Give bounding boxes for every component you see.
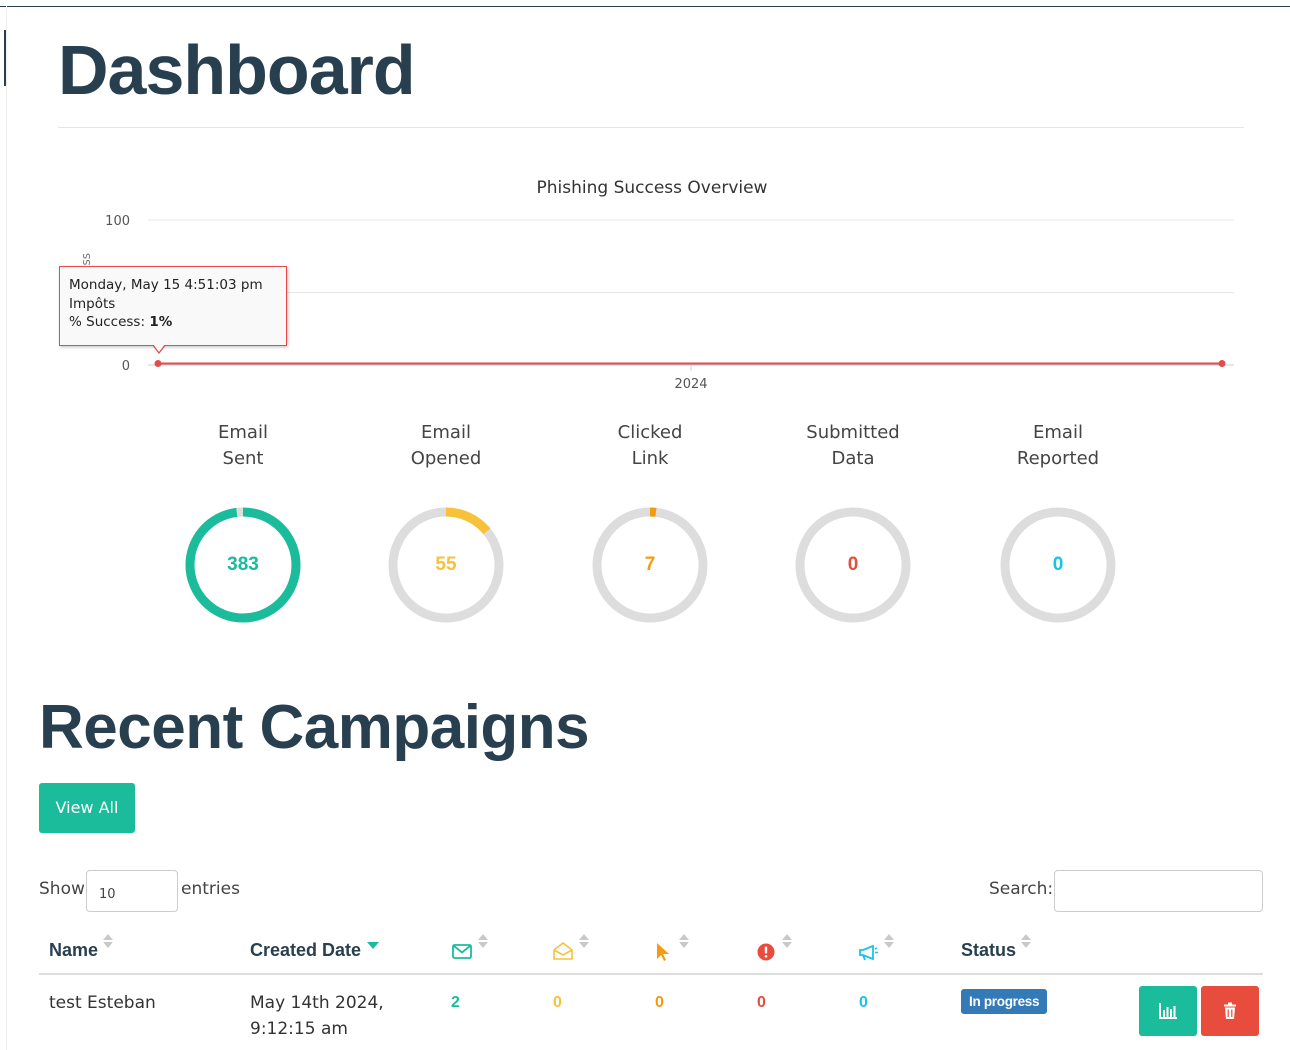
- column-header-reported[interactable]: [857, 934, 895, 962]
- stat-label: Email Opened: [361, 420, 531, 472]
- sort-icon: [678, 932, 690, 954]
- sort-desc-icon: [367, 942, 380, 949]
- envelope-icon: [452, 944, 472, 960]
- show-label: Show: [39, 879, 85, 899]
- stat-value: 55: [435, 554, 457, 575]
- stat-label: Clicked Link: [565, 420, 735, 472]
- chart-tooltip: Monday, May 15 4:51:03 pm Impôts % Succe…: [59, 266, 287, 346]
- stat-label: Email Sent: [158, 420, 328, 472]
- bar-chart-icon: [1159, 1003, 1177, 1019]
- stat-email-opened: Email Opened 55: [361, 420, 531, 625]
- stat-email-sent: Email Sent 383: [158, 420, 328, 625]
- campaign-reported-count: 0: [859, 994, 868, 1011]
- tooltip-success-value: 1%: [149, 314, 173, 330]
- recent-campaigns-title: Recent Campaigns: [39, 693, 590, 762]
- column-header-label: Name: [49, 940, 99, 960]
- y-tick-label: 0: [122, 359, 130, 374]
- stat-label: Email Reported: [973, 420, 1143, 472]
- search-input[interactable]: [1054, 870, 1263, 912]
- trash-icon: [1224, 1002, 1236, 1019]
- delete-button[interactable]: [1201, 986, 1259, 1036]
- column-header-created-date[interactable]: Created Date: [250, 938, 380, 962]
- campaign-name[interactable]: test Esteban: [49, 990, 156, 1016]
- y-tick-label: 100: [105, 214, 130, 229]
- page-length-select[interactable]: 10: [86, 870, 178, 912]
- created-date-line2: 9:12:15 am: [250, 1019, 348, 1039]
- exclamation-circle-icon: [757, 943, 775, 961]
- stat-label-line2: Sent: [222, 448, 264, 469]
- stat-submitted-data: Submitted Data 0: [768, 420, 938, 625]
- status-badge: In progress: [961, 989, 1048, 1014]
- tooltip-success-label: % Success:: [69, 314, 150, 330]
- sort-icon: [883, 932, 895, 954]
- column-header-submitted[interactable]: [755, 934, 793, 962]
- stat-label-line1: Clicked: [617, 422, 683, 443]
- view-results-button[interactable]: [1139, 986, 1197, 1036]
- campaign-sent-count: 2: [451, 994, 460, 1011]
- campaign-created-date: May 14th 2024, 9:12:15 am: [250, 990, 384, 1042]
- stat-value: 383: [227, 554, 259, 575]
- campaign-clicked-count: 0: [655, 994, 664, 1011]
- stat-clicked-link: Clicked Link 7: [565, 420, 735, 625]
- stat-ring: 0: [998, 505, 1118, 625]
- stat-label-line1: Email: [218, 422, 268, 443]
- column-header-label: Status: [961, 940, 1017, 960]
- tooltip-campaign: Impôts: [69, 295, 116, 312]
- stat-label-line2: Link: [631, 448, 669, 469]
- campaign-submitted-count: 0: [757, 994, 766, 1011]
- tooltip-date: Monday, May 15 4:51:03 pm: [69, 277, 263, 293]
- tooltip-arrow-fill: [153, 344, 165, 352]
- sort-icon: [578, 932, 590, 954]
- stat-label-line2: Data: [831, 448, 875, 469]
- stat-label-line2: Opened: [410, 448, 482, 469]
- stat-label-line1: Submitted: [806, 422, 900, 443]
- search-label: Search:: [989, 879, 1054, 899]
- table-header-divider: [39, 973, 1263, 975]
- envelope-open-icon: [553, 942, 573, 961]
- stat-value: 0: [1052, 554, 1064, 575]
- column-header-label: Created Date: [250, 940, 362, 960]
- sidebar-toggle-edge: [4, 30, 6, 86]
- stat-ring: 7: [590, 505, 710, 625]
- stat-value: 7: [644, 554, 656, 575]
- data-point: [1218, 360, 1226, 368]
- stat-ring: 0: [793, 505, 913, 625]
- sort-icon: [102, 932, 114, 954]
- sort-icon: [1020, 932, 1032, 954]
- chart-title: Phishing Success Overview: [536, 178, 768, 198]
- top-border: [0, 6, 1290, 7]
- sort-icon: [781, 932, 793, 954]
- campaign-opened-count: 0: [553, 994, 562, 1011]
- cursor-icon: [657, 943, 669, 962]
- stat-value: 0: [847, 554, 859, 575]
- data-point: [154, 360, 162, 368]
- stat-ring: 55: [386, 505, 506, 625]
- bullhorn-icon: [859, 944, 878, 961]
- column-header-clicked[interactable]: [652, 934, 690, 962]
- stat-email-reported: Email Reported 0: [973, 420, 1143, 625]
- stat-ring: 383: [183, 505, 303, 625]
- entries-label: entries: [181, 879, 240, 899]
- sidebar-edge: [6, 6, 7, 1050]
- sort-icon: [477, 932, 489, 954]
- column-header-name[interactable]: Name: [49, 934, 114, 962]
- page-title: Dashboard: [58, 31, 416, 109]
- x-tick-label: 2024: [674, 377, 707, 392]
- stat-label-line1: Email: [1033, 422, 1083, 443]
- stat-label-line1: Email: [421, 422, 471, 443]
- tooltip-success: % Success: 1%: [69, 313, 277, 332]
- stat-label: Submitted Data: [768, 420, 938, 472]
- column-header-status[interactable]: Status: [961, 934, 1032, 962]
- column-header-opened[interactable]: [552, 934, 590, 962]
- view-all-button[interactable]: View All: [39, 783, 135, 833]
- title-divider: [58, 127, 1244, 128]
- stat-label-line2: Reported: [1016, 448, 1100, 469]
- column-header-sent[interactable]: [451, 934, 489, 962]
- created-date-line1: May 14th 2024,: [250, 993, 384, 1013]
